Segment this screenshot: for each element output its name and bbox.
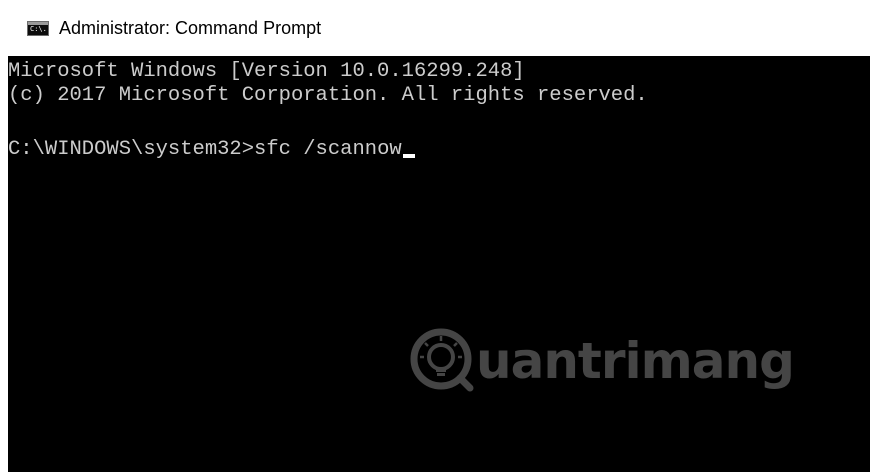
console-input-line[interactable]: C:\WINDOWS\system32>sfc /scannow: [8, 138, 415, 162]
window-left-edge: [0, 56, 8, 472]
quantrimang-bulb-logo-icon: [410, 328, 474, 392]
console-line-version: Microsoft Windows [Version 10.0.16299.24…: [8, 60, 525, 83]
command-prompt-icon[interactable]: C:\.: [27, 20, 49, 36]
console-line-copyright: (c) 2017 Microsoft Corporation. All righ…: [8, 84, 648, 107]
console-command: sfc /scannow: [254, 138, 402, 161]
title-bar[interactable]: C:\. Administrator: Command Prompt: [0, 0, 870, 56]
console-area[interactable]: Microsoft Windows [Version 10.0.16299.24…: [8, 56, 870, 472]
window-title: Administrator: Command Prompt: [59, 17, 322, 38]
console-prompt: C:\WINDOWS\system32>: [8, 138, 255, 161]
watermark-text: uantrimang: [476, 332, 795, 390]
watermark: uantrimang: [408, 326, 795, 396]
command-prompt-window: C:\. Administrator: Command Prompt Micro…: [0, 0, 870, 472]
text-cursor: [402, 154, 415, 158]
